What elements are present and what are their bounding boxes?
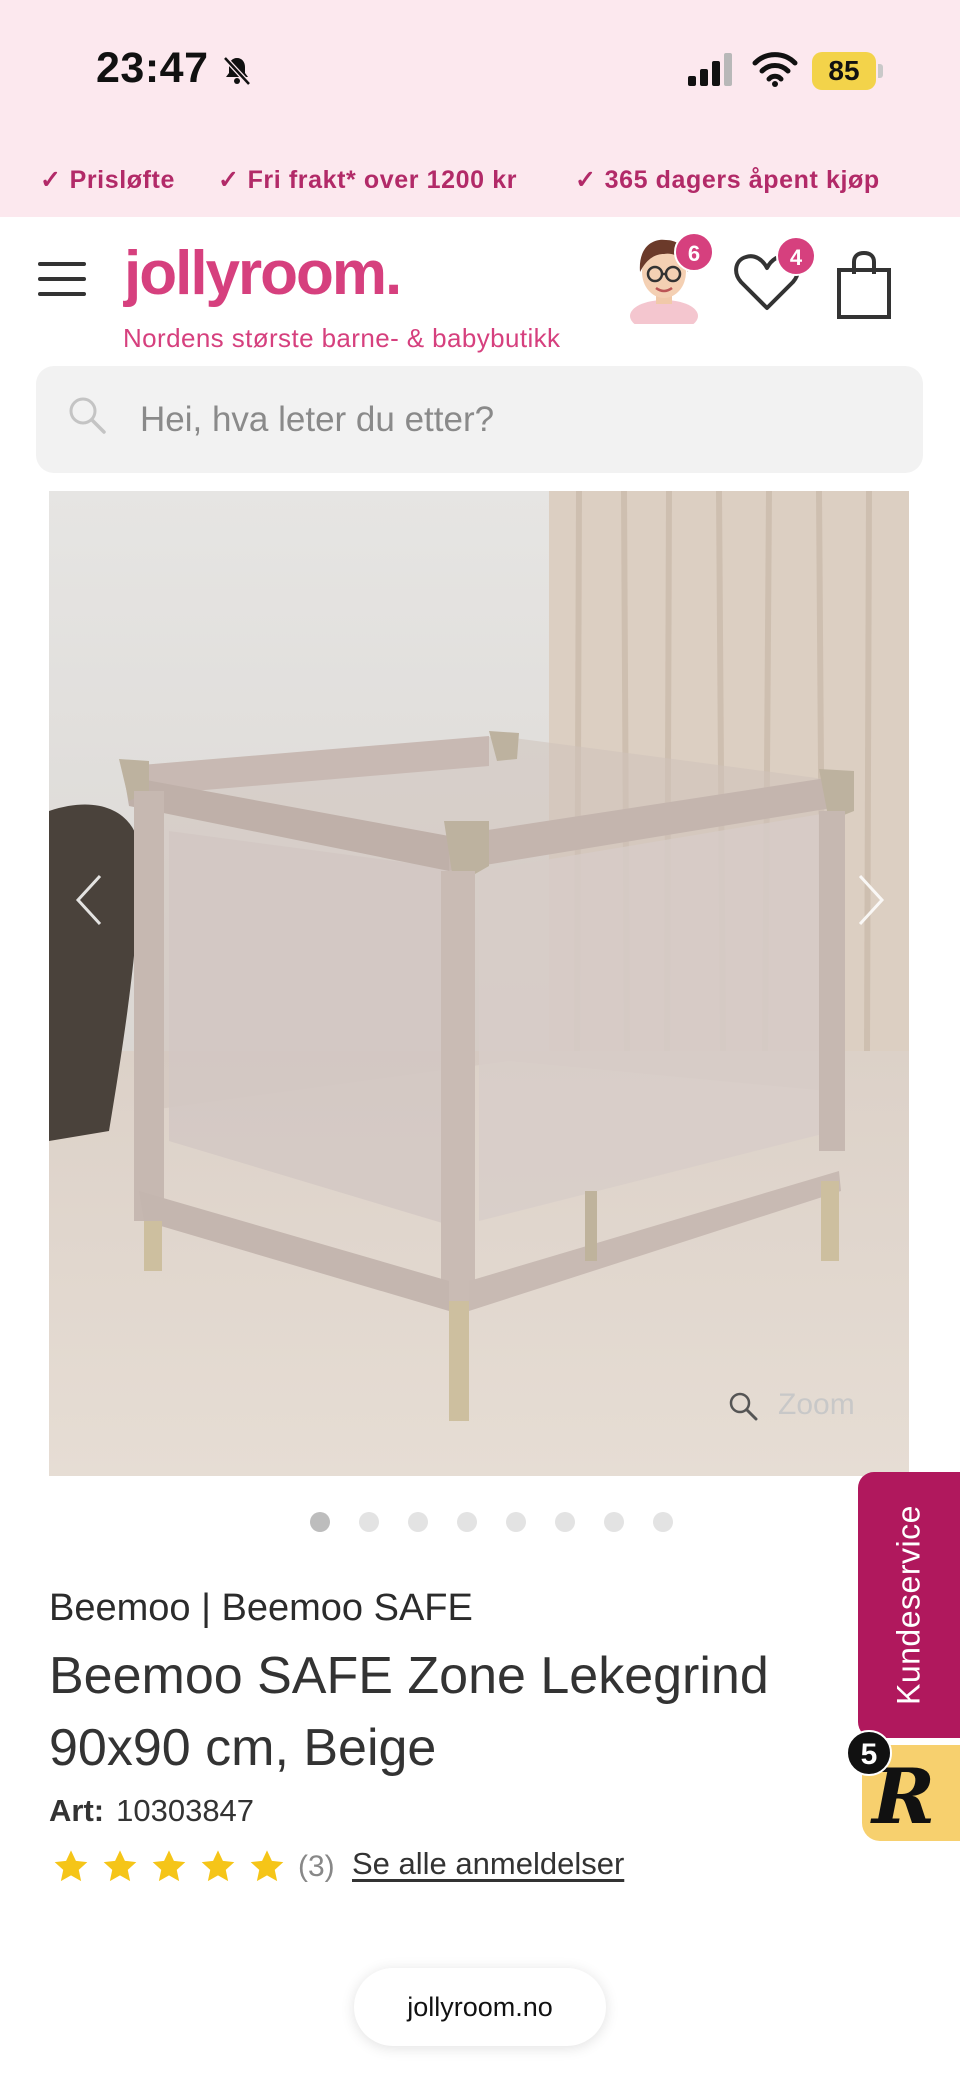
review-count: (3) (298, 1850, 335, 1883)
jollyroom-logo[interactable]: jollyroom. (124, 238, 402, 309)
product-brand[interactable]: Beemoo | Beemoo SAFE (49, 1587, 473, 1630)
gallery-dot[interactable] (555, 1512, 575, 1532)
article-label: Art: (49, 1793, 105, 1828)
search-icon (69, 397, 106, 434)
zoom-label: Zoom (778, 1388, 855, 1421)
product-image[interactable] (49, 491, 909, 1476)
cellular-signal-icon (688, 53, 732, 86)
avatar-badge: 6 (674, 232, 714, 272)
star-icon (103, 1850, 137, 1882)
gallery-dot[interactable] (653, 1512, 673, 1532)
search-input[interactable] (140, 395, 880, 445)
promo-open-purchase[interactable]: ✓ 365 dagers åpent kjøp (575, 165, 880, 195)
article-value: 10303847 (116, 1793, 255, 1828)
tagline: Nordens største barne- & babybutikk (123, 323, 561, 353)
promo-label: Fri frakt* over 1200 kr (247, 166, 518, 194)
battery-nub (878, 64, 883, 78)
star-icon (250, 1850, 284, 1882)
shopping-bag-icon[interactable] (836, 250, 892, 320)
star-icon (54, 1850, 88, 1882)
star-icon (201, 1850, 235, 1882)
promo-label: Prisløfte (69, 166, 175, 194)
playpen-photo (49, 491, 909, 1476)
see-all-reviews-link[interactable]: Se alle anmeldelser (352, 1846, 624, 1882)
gallery-dot[interactable] (506, 1512, 526, 1532)
gallery-dot[interactable] (604, 1512, 624, 1532)
battery-indicator: 85 (812, 52, 876, 90)
promo-price-promise[interactable]: ✓ Prisløfte (40, 165, 175, 195)
product-title: Beemoo SAFE Zone Lekegrind 90x90 cm, Bei… (49, 1647, 769, 1777)
chevron-left-icon[interactable] (70, 870, 110, 930)
article-number: Art: 10303847 (49, 1793, 254, 1829)
promo-free-shipping[interactable]: ✓ Fri frakt* over 1200 kr (218, 165, 517, 195)
zoom-button[interactable]: Zoom (728, 1388, 855, 1422)
chevron-right-icon[interactable] (850, 870, 890, 930)
status-time: 23:47 (96, 44, 209, 92)
magnifier-icon (729, 1392, 758, 1421)
browser-url-bar[interactable]: jollyroom.no (354, 1968, 606, 2046)
gallery-dot[interactable] (408, 1512, 428, 1532)
battery-level: 85 (828, 55, 860, 86)
gallery-dot[interactable] (310, 1512, 330, 1532)
wifi-icon (752, 52, 798, 87)
gallery-dot[interactable] (457, 1512, 477, 1532)
customer-service-label[interactable]: Kundeservice (858, 1472, 960, 1738)
gallery-dot[interactable] (359, 1512, 379, 1532)
bell-muted-icon (223, 56, 251, 86)
wishlist-badge: 4 (776, 236, 816, 276)
hamburger-menu-icon[interactable] (38, 262, 86, 296)
chat-widget-badge: 5 (846, 1730, 892, 1776)
star-icon (152, 1850, 186, 1882)
promo-label: 365 dagers åpent kjøp (604, 166, 880, 194)
